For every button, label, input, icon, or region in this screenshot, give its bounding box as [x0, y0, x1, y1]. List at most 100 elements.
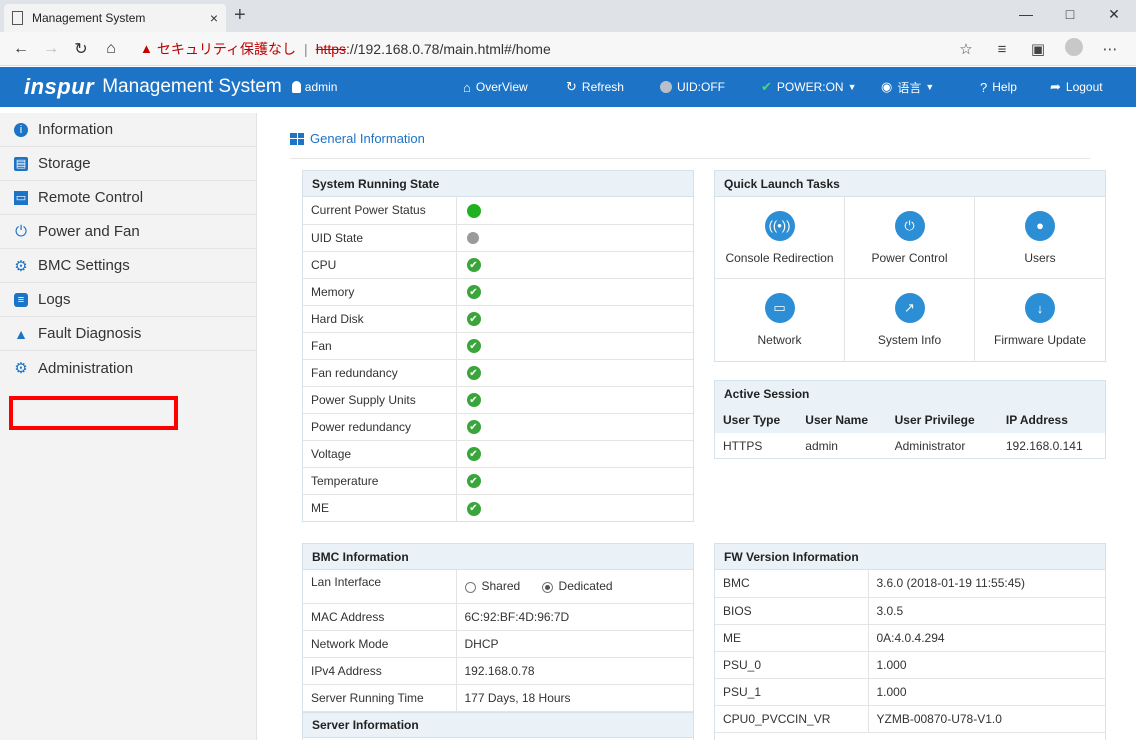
- users-button[interactable]: ● Users: [975, 197, 1105, 279]
- state-label: CPU: [303, 251, 457, 279]
- quick-launch-panel: Quick Launch Tasks ((•)) Console Redirec…: [714, 170, 1106, 362]
- maximize-icon[interactable]: □: [1048, 0, 1092, 28]
- firmware-update-button[interactable]: ↓ Firmware Update: [975, 279, 1105, 361]
- bmc-label: Server Running Time: [303, 684, 457, 712]
- panel-header: Active Session: [715, 381, 1105, 407]
- collections-icon[interactable]: ▣: [1020, 40, 1056, 58]
- bmc-value: 177 Days, 18 Hours: [456, 684, 693, 712]
- sidebar: i Information ▤ Storage ▭ Remote Control…: [0, 113, 257, 740]
- session-cell: 192.168.0.141: [1005, 438, 1083, 453]
- system-running-state-panel: System Running State Current Power Statu…: [302, 170, 694, 522]
- logout-link[interactable]: ➦ Logout: [1050, 67, 1103, 107]
- console-redirection-button[interactable]: ((•)) Console Redirection: [715, 197, 845, 279]
- fw-value: 1.000: [868, 678, 1105, 706]
- power-menu[interactable]: ✔ POWER:ON ▼: [761, 67, 857, 107]
- sidebar-item-information[interactable]: i Information: [0, 113, 256, 147]
- fw-label: BIOS: [715, 597, 869, 625]
- help-label: Help: [992, 80, 1017, 94]
- table-row: BIOS 3.0.5: [715, 597, 1105, 625]
- chart-icon: ↗: [894, 293, 925, 323]
- refresh-link[interactable]: ↻ Refresh: [566, 67, 624, 107]
- sidebar-item-power-and-fan[interactable]: ⏻ Power and Fan: [0, 215, 256, 249]
- state-label: Power Supply Units: [303, 386, 457, 414]
- sidebar-item-administration[interactable]: ⚙ Administration: [0, 351, 256, 385]
- network-button[interactable]: ▭ Network: [715, 279, 845, 361]
- help-icon: ?: [980, 79, 988, 95]
- power-control-button[interactable]: ⏻ Power Control: [845, 197, 975, 279]
- table-header-row: User Type User Name User Privilege IP Ad…: [715, 407, 1105, 433]
- fw-value: 3.0.5: [868, 597, 1105, 625]
- quick-launch-label: Network: [757, 333, 802, 347]
- running-state-table: Current Power Status UID State CPU ✔ Memo…: [303, 197, 693, 521]
- tab-title: Management System: [32, 11, 146, 25]
- fw-label: PSU_1: [715, 678, 869, 706]
- table-row: Memory ✔: [303, 278, 693, 306]
- overview-link[interactable]: ⌂ OverView: [463, 67, 528, 107]
- forward-icon[interactable]: →: [36, 40, 66, 58]
- shared-radio[interactable]: Shared: [464, 579, 520, 593]
- session-cell: Administrator: [894, 438, 966, 453]
- sidebar-item-label: Information: [38, 121, 114, 138]
- dedicated-radio[interactable]: Dedicated: [541, 579, 613, 593]
- quick-launch-label: Users: [1024, 250, 1056, 265]
- check-circle-icon: ✔: [466, 393, 481, 408]
- favorite-star-icon[interactable]: ☆: [948, 40, 984, 58]
- state-value: ✔: [456, 332, 693, 360]
- check-circle-icon: ✔: [466, 285, 481, 300]
- system-info-button[interactable]: ↗ System Info: [845, 279, 975, 361]
- panel-header: System Running State: [303, 171, 693, 197]
- check-circle-icon: ✔: [466, 339, 481, 354]
- new-tab-button[interactable]: +: [234, 5, 246, 25]
- language-label: 语言: [897, 80, 922, 95]
- minimize-icon[interactable]: —: [1004, 0, 1048, 28]
- brand-area: inspur Management System admin: [12, 67, 337, 107]
- state-value: ✔: [456, 305, 693, 333]
- uid-toggle[interactable]: UID:OFF: [660, 67, 725, 107]
- bmc-label: IPv4 Address: [303, 657, 457, 685]
- download-icon: ↓: [1025, 293, 1055, 323]
- sidebar-item-label: Remote Control: [38, 189, 144, 206]
- sidebar-item-label: Fault Diagnosis: [38, 325, 142, 342]
- profile-avatar-icon[interactable]: [1056, 38, 1092, 60]
- sidebar-item-storage[interactable]: ▤ Storage: [0, 147, 256, 181]
- url-field[interactable]: ▲ セキュリティ保護なし | https ://192.168.0.78/mai…: [140, 39, 551, 59]
- close-window-icon[interactable]: ✕: [1092, 0, 1136, 28]
- table-row: CPU0_PVCCIN_VR YZMB-00870-U78-V1.0: [715, 705, 1105, 733]
- sidebar-item-bmc-settings[interactable]: ⚙ BMC Settings: [0, 249, 256, 283]
- reload-icon[interactable]: ↻: [66, 39, 96, 59]
- lan-interface-options: Shared Dedicated: [456, 570, 693, 604]
- table-row: CPU ✔: [303, 251, 693, 279]
- browser-tab[interactable]: Management System ×: [4, 4, 226, 32]
- sidebar-item-label: Power and Fan: [38, 223, 140, 240]
- table-row: Lan Interface Shared Dedicated: [303, 570, 693, 604]
- fw-value: 3.6.0 (2018-01-19 11:55:45): [868, 570, 1105, 598]
- sidebar-item-label: BMC Settings: [38, 257, 130, 274]
- sidebar-item-fault-diagnosis[interactable]: ▲ Fault Diagnosis: [0, 317, 256, 351]
- more-icon[interactable]: ⋯: [1092, 40, 1128, 58]
- state-label: Hard Disk: [303, 305, 457, 333]
- current-user-name: admin: [304, 80, 338, 94]
- language-menu[interactable]: ◉ 语言 ▼: [881, 67, 934, 107]
- radio-selected-icon: [541, 581, 553, 593]
- table-row: UID State: [303, 224, 693, 252]
- table-row: BMC 3.6.0 (2018-01-19 11:55:45): [715, 570, 1105, 598]
- state-label: Temperature: [303, 467, 457, 495]
- panel-header: FW Version Information: [715, 544, 1105, 570]
- warning-icon: ▲: [140, 41, 153, 56]
- power-label: POWER:ON: [776, 80, 844, 94]
- state-value: [456, 224, 693, 252]
- favorites-icon[interactable]: ≡: [984, 41, 1020, 58]
- sidebar-item-remote-control[interactable]: ▭ Remote Control: [0, 181, 256, 215]
- close-tab-icon[interactable]: ×: [210, 10, 218, 26]
- state-value: ✔: [456, 494, 693, 521]
- gray-dot-icon: [466, 232, 479, 245]
- help-link[interactable]: ? Help: [980, 67, 1017, 107]
- back-icon[interactable]: ←: [6, 40, 36, 58]
- quick-launch-label: Firmware Update: [993, 333, 1087, 347]
- sidebar-item-logs[interactable]: ≡ Logs: [0, 283, 256, 317]
- check-circle-icon: ✔: [466, 366, 481, 381]
- overview-label: OverView: [475, 80, 528, 94]
- home-icon[interactable]: ⌂: [96, 40, 126, 58]
- fw-version-table: BMC 3.6.0 (2018-01-19 11:55:45) BIOS 3.0.5…: [715, 570, 1105, 733]
- state-value: ✔: [456, 413, 693, 441]
